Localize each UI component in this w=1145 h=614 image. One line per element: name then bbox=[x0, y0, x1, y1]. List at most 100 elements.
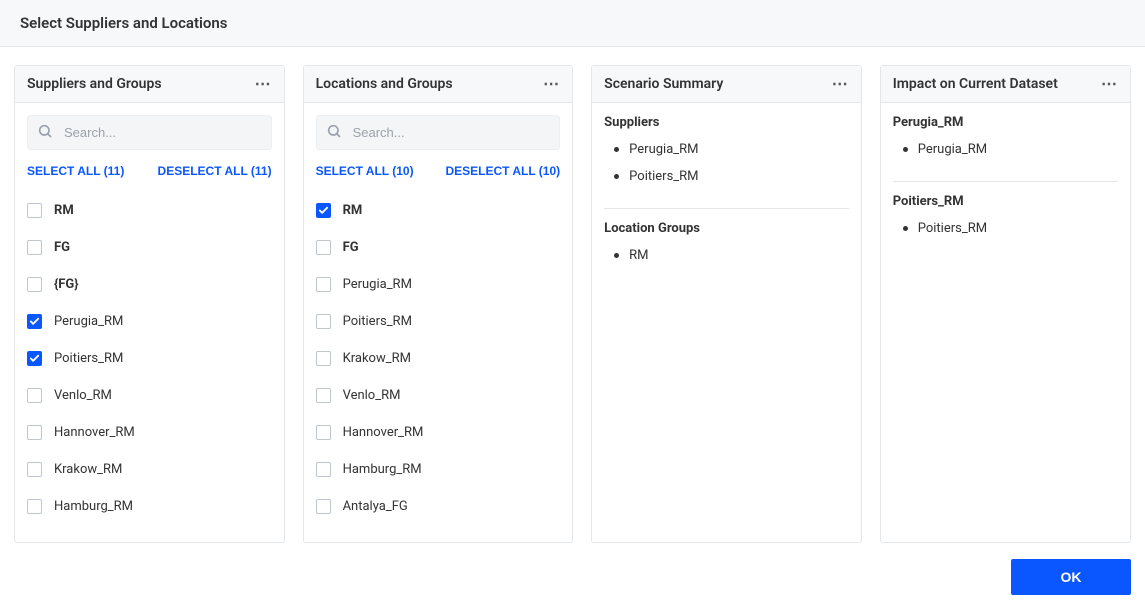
list-item-label: FG bbox=[343, 240, 359, 255]
impact-panel: Impact on Current Dataset ⋯ Perugia_RMPe… bbox=[880, 65, 1131, 543]
bullet-dot-icon bbox=[903, 226, 908, 231]
checkbox[interactable] bbox=[27, 351, 42, 366]
checkbox[interactable] bbox=[27, 462, 42, 477]
list-item[interactable]: Poitiers_RM bbox=[316, 303, 561, 340]
summary-suppliers-section: Suppliers Perugia_RMPoitiers_RM bbox=[604, 115, 849, 190]
list-item[interactable]: RM bbox=[316, 192, 561, 229]
list-item-label: Perugia_RM bbox=[54, 314, 123, 329]
more-icon[interactable]: ⋯ bbox=[832, 76, 849, 92]
checkbox[interactable] bbox=[316, 425, 331, 440]
list-item[interactable]: Hannover_RM bbox=[27, 414, 272, 451]
bullet-label: Perugia_RM bbox=[918, 142, 987, 157]
bullet-item: RM bbox=[606, 242, 849, 269]
summary-panel: Scenario Summary ⋯ Suppliers Perugia_RMP… bbox=[591, 65, 862, 543]
list-item[interactable]: Hamburg_RM bbox=[316, 451, 561, 488]
list-item-label: {FG} bbox=[54, 277, 79, 292]
list-item-label: Hannover_RM bbox=[54, 425, 135, 440]
suppliers-panel: Suppliers and Groups ⋯ SELECT ALL (11) D… bbox=[14, 65, 285, 543]
divider bbox=[604, 208, 849, 209]
impact-group-title: Poitiers_RM bbox=[893, 194, 1118, 209]
list-item-label: Poitiers_RM bbox=[343, 314, 412, 329]
select-all-button[interactable]: SELECT ALL (11) bbox=[27, 160, 124, 182]
suppliers-panel-header: Suppliers and Groups ⋯ bbox=[15, 66, 284, 103]
summary-panel-body: Suppliers Perugia_RMPoitiers_RM Location… bbox=[592, 103, 861, 542]
checkbox[interactable] bbox=[316, 314, 331, 329]
checkbox[interactable] bbox=[27, 240, 42, 255]
locations-search-input[interactable] bbox=[316, 115, 561, 150]
bullet-item: Perugia_RM bbox=[606, 136, 849, 163]
summary-location-groups-list: RM bbox=[604, 242, 849, 269]
summary-location-groups-heading: Location Groups bbox=[604, 221, 849, 236]
select-all-button[interactable]: SELECT ALL (10) bbox=[316, 160, 414, 182]
impact-group: Perugia_RM Perugia_RM bbox=[893, 115, 1118, 163]
locations-panel: Locations and Groups ⋯ SELECT ALL (10) D… bbox=[303, 65, 574, 543]
deselect-all-button[interactable]: DESELECT ALL (10) bbox=[445, 160, 560, 182]
bullet-dot-icon bbox=[903, 147, 908, 152]
dialog-footer: OK bbox=[0, 553, 1145, 609]
list-item[interactable]: Perugia_RM bbox=[27, 303, 272, 340]
list-item[interactable]: FG bbox=[27, 229, 272, 266]
checkbox[interactable] bbox=[27, 425, 42, 440]
suppliers-panel-title: Suppliers and Groups bbox=[27, 76, 162, 92]
checkbox[interactable] bbox=[27, 314, 42, 329]
deselect-all-button[interactable]: DESELECT ALL (11) bbox=[158, 160, 272, 182]
list-item-label: Venlo_RM bbox=[343, 388, 401, 403]
list-item[interactable]: Venlo_RM bbox=[316, 377, 561, 414]
list-item[interactable]: {FG} bbox=[27, 266, 272, 303]
list-item[interactable]: RM bbox=[27, 192, 272, 229]
checkbox[interactable] bbox=[316, 277, 331, 292]
more-icon[interactable]: ⋯ bbox=[255, 76, 272, 92]
divider bbox=[893, 181, 1118, 182]
checkbox[interactable] bbox=[316, 203, 331, 218]
impact-group: Poitiers_RM Poitiers_RM bbox=[893, 194, 1118, 242]
summary-panel-header: Scenario Summary ⋯ bbox=[592, 66, 861, 103]
impact-group-list: Poitiers_RM bbox=[893, 215, 1118, 242]
suppliers-search-input[interactable] bbox=[27, 115, 272, 150]
list-item[interactable]: Krakow_RM bbox=[27, 451, 272, 488]
list-item[interactable]: Perugia_RM bbox=[316, 266, 561, 303]
checkbox[interactable] bbox=[316, 388, 331, 403]
dialog-title: Select Suppliers and Locations bbox=[20, 14, 1125, 32]
list-item[interactable]: Hannover_RM bbox=[316, 414, 561, 451]
list-item-label: Hannover_RM bbox=[343, 425, 424, 440]
list-item-label: RM bbox=[54, 203, 74, 218]
bullet-dot-icon bbox=[614, 147, 619, 152]
list-item[interactable]: FG bbox=[316, 229, 561, 266]
checkbox[interactable] bbox=[27, 499, 42, 514]
checkbox[interactable] bbox=[316, 462, 331, 477]
list-item-label: Perugia_RM bbox=[343, 277, 412, 292]
select-actions-row: SELECT ALL (11) DESELECT ALL (11) bbox=[27, 160, 272, 182]
checkbox[interactable] bbox=[316, 499, 331, 514]
list-item-label: Venlo_RM bbox=[54, 388, 112, 403]
list-item[interactable]: Antalya_FG bbox=[316, 488, 561, 525]
bullet-item: Poitiers_RM bbox=[606, 163, 849, 190]
more-icon[interactable]: ⋯ bbox=[1101, 76, 1118, 92]
ok-button[interactable]: OK bbox=[1011, 559, 1131, 595]
list-item[interactable]: Poitiers_RM bbox=[27, 340, 272, 377]
checkbox[interactable] bbox=[316, 240, 331, 255]
panels-container: Suppliers and Groups ⋯ SELECT ALL (11) D… bbox=[0, 47, 1145, 553]
list-item[interactable]: Hamburg_RM bbox=[27, 488, 272, 525]
summary-suppliers-list: Perugia_RMPoitiers_RM bbox=[604, 136, 849, 190]
list-item-label: RM bbox=[343, 203, 363, 218]
list-item-label: Hamburg_RM bbox=[54, 499, 133, 514]
summary-suppliers-heading: Suppliers bbox=[604, 115, 849, 130]
checkbox[interactable] bbox=[27, 203, 42, 218]
impact-panel-title: Impact on Current Dataset bbox=[893, 76, 1058, 92]
bullet-item: Poitiers_RM bbox=[895, 215, 1118, 242]
impact-panel-header: Impact on Current Dataset ⋯ bbox=[881, 66, 1130, 103]
bullet-item: Perugia_RM bbox=[895, 136, 1118, 163]
list-item[interactable]: Venlo_RM bbox=[27, 377, 272, 414]
more-icon[interactable]: ⋯ bbox=[543, 76, 560, 92]
checkbox[interactable] bbox=[27, 388, 42, 403]
bullet-dot-icon bbox=[614, 174, 619, 179]
checkbox[interactable] bbox=[316, 351, 331, 366]
list-item-label: FG bbox=[54, 240, 70, 255]
select-actions-row: SELECT ALL (10) DESELECT ALL (10) bbox=[316, 160, 561, 182]
list-item[interactable]: Krakow_RM bbox=[316, 340, 561, 377]
summary-panel-title: Scenario Summary bbox=[604, 76, 723, 92]
impact-group-title: Perugia_RM bbox=[893, 115, 1118, 130]
impact-panel-body: Perugia_RMPerugia_RMPoitiers_RMPoitiers_… bbox=[881, 103, 1130, 542]
checkbox[interactable] bbox=[27, 277, 42, 292]
bullet-label: Poitiers_RM bbox=[918, 221, 987, 236]
